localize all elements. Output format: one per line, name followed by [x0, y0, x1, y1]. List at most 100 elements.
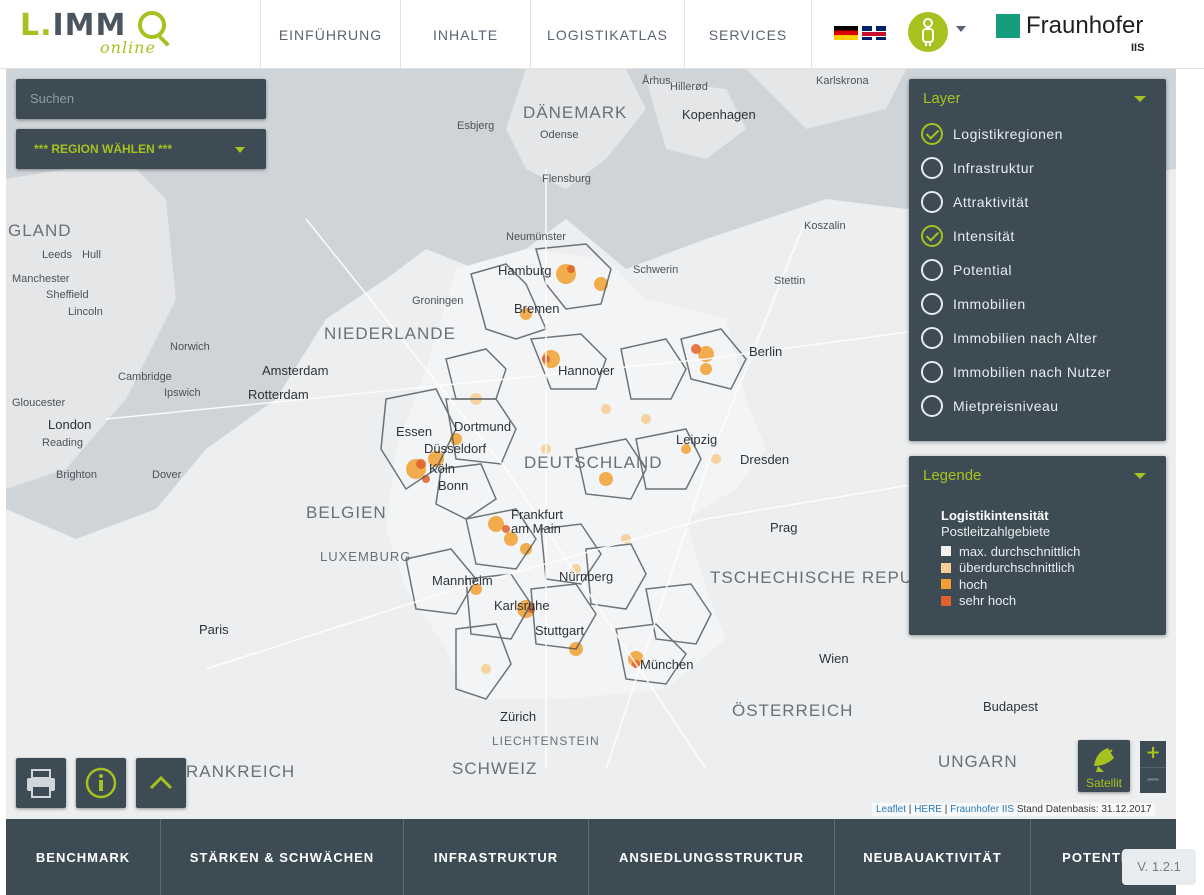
map-label-country: DEUTSCHLAND: [524, 453, 663, 472]
region-select[interactable]: *** REGION WÄHLEN ***: [16, 129, 266, 169]
radio-icon[interactable]: [921, 395, 943, 417]
legend-swatch: [941, 546, 951, 556]
nav-services[interactable]: SERVICES: [684, 0, 812, 69]
legend-item-label: max. durchschnittlich: [959, 543, 1081, 559]
map-label-city: Rotterdam: [248, 387, 309, 402]
layer-panel-title[interactable]: Layer: [923, 90, 961, 107]
partner-unit: IIS: [1131, 42, 1145, 54]
chevron-up-icon: [149, 775, 173, 790]
radio-icon[interactable]: [921, 293, 943, 315]
map-label-city: Amsterdam: [262, 363, 329, 378]
print-icon: [27, 769, 55, 798]
map-label-country: BELGIEN: [306, 503, 387, 522]
map-label-town: Århus: [642, 75, 671, 87]
map-label-town: Hillerød: [670, 81, 708, 93]
legend-item: sehr hoch: [941, 593, 1016, 609]
layer-option-label: Immobilien: [953, 296, 1026, 312]
radio-icon[interactable]: [921, 191, 943, 213]
map-attribution: Leaflet | HERE | Fraunhofer IIS Stand Da…: [872, 803, 1156, 816]
here-link[interactable]: HERE: [914, 804, 942, 815]
tab-neubauaktivitaet[interactable]: NEUBAUAKTIVITÄT: [835, 819, 1031, 895]
legend-swatch: [941, 562, 951, 573]
map-label-city: Hamburg: [498, 263, 552, 278]
layer-option[interactable]: Immobilien: [921, 291, 1026, 317]
fraunhofer-logo[interactable]: Fraunhofer IIS: [996, 12, 1156, 57]
map-label-city: Paris: [199, 622, 229, 637]
layer-option[interactable]: Infrastruktur: [921, 155, 1034, 181]
legend-item-label: überdurchschnittlich: [959, 560, 1075, 575]
layer-option[interactable]: Immobilien nach Alter: [921, 325, 1097, 351]
legend-panel-title[interactable]: Legende: [923, 467, 981, 484]
layer-option[interactable]: Immobilien nach Nutzer: [921, 359, 1111, 385]
checked-radio-icon[interactable]: [921, 123, 943, 145]
map-label-town: Manchester: [12, 273, 70, 285]
layer-option[interactable]: Attraktivität: [921, 189, 1029, 215]
print-button[interactable]: [16, 758, 66, 808]
map-label-country: UNGARN: [938, 752, 1018, 771]
map-label-town: Lincoln: [68, 306, 103, 318]
user-avatar-icon[interactable]: [908, 12, 948, 52]
version-badge: V. 1.2.1: [1122, 849, 1196, 885]
satellite-toggle[interactable]: Satellit: [1078, 740, 1130, 792]
satellite-dish-icon: [1094, 748, 1114, 772]
map-label-country: SCHWEIZ: [452, 759, 538, 778]
nav-inhalte[interactable]: INHALTE: [400, 0, 530, 69]
radio-icon[interactable]: [921, 327, 943, 349]
main-nav: EINFÜHRUNG INHALTE LOGISTIKATLAS SERVICE…: [260, 0, 812, 69]
scroll-up-button[interactable]: [136, 758, 186, 808]
map-label-city: Stuttgart: [535, 623, 585, 638]
tab-ansiedlungsstruktur[interactable]: ANSIEDLUNGSSTRUKTUR: [589, 819, 835, 895]
map-label-country: GLAND: [8, 221, 72, 240]
map-label-town: Groningen: [412, 295, 464, 307]
radio-icon[interactable]: [921, 157, 943, 179]
map-label-town: Leeds: [42, 249, 72, 261]
nav-einfuehrung[interactable]: EINFÜHRUNG: [260, 0, 400, 69]
map-label-country: LUXEMBURG: [320, 549, 412, 564]
layer-option-label: Immobilien nach Nutzer: [953, 364, 1112, 380]
map-label-city: Zürich: [500, 709, 537, 724]
user-menu-caret-icon[interactable]: [956, 26, 966, 32]
english-flag-icon[interactable]: [862, 26, 886, 40]
legend-heading: Logistikintensität: [941, 508, 1049, 523]
radio-icon[interactable]: [921, 259, 943, 281]
search-input[interactable]: Suchen: [16, 79, 266, 119]
map-label-city: Hannover: [558, 363, 615, 378]
layer-option-label: Logistikregionen: [953, 126, 1063, 142]
page-scrollbar[interactable]: [1176, 69, 1204, 895]
zoom-in-button[interactable]: +: [1140, 741, 1166, 767]
zoom-out-button[interactable]: −: [1140, 767, 1166, 793]
nav-logistikatlas[interactable]: LOGISTIKATLAS: [530, 0, 684, 69]
fraunhofer-link[interactable]: Fraunhofer IIS: [950, 804, 1014, 815]
map-label-town: Gloucester: [12, 397, 66, 409]
radio-icon[interactable]: [921, 361, 943, 383]
layer-option[interactable]: Intensität: [921, 223, 1015, 249]
leaflet-link[interactable]: Leaflet: [876, 804, 906, 815]
tab-staerken-schwaechen[interactable]: STÄRKEN & SCHWÄCHEN: [161, 819, 404, 895]
chevron-down-icon[interactable]: [1134, 473, 1146, 479]
map-label-town: Sheffield: [46, 289, 89, 301]
satellite-label: Satellit: [1085, 776, 1123, 790]
partner-name: Fraunhofer: [1026, 12, 1144, 39]
german-flag-icon[interactable]: [834, 26, 858, 40]
map-label-town: Brighton: [56, 469, 97, 481]
checked-radio-icon[interactable]: [921, 225, 943, 247]
map-label-city: Dortmund: [454, 419, 512, 434]
map-label-town: Koszalin: [804, 220, 846, 232]
map-label-city: Mannheim: [432, 573, 493, 588]
limmo-logo[interactable]: L.IMM online: [20, 8, 180, 58]
layer-option[interactable]: Mietpreisniveau: [921, 393, 1059, 419]
tab-infrastruktur[interactable]: INFRASTRUKTUR: [404, 819, 589, 895]
map-label-city: Düsseldorf: [424, 441, 487, 456]
bottom-tab-bar: BENCHMARK STÄRKEN & SCHWÄCHEN INFRASTRUK…: [6, 819, 1176, 895]
layer-option[interactable]: Potential: [921, 257, 1012, 283]
info-button[interactable]: [76, 758, 126, 808]
map-label-town: Karlskrona: [816, 75, 869, 87]
map-label-town: Esbjerg: [457, 120, 495, 132]
tab-benchmark[interactable]: BENCHMARK: [6, 819, 161, 895]
map-label-city: Prag: [770, 520, 798, 535]
map-label-city: Karlsruhe: [494, 598, 550, 613]
chevron-down-icon[interactable]: [1134, 96, 1146, 102]
region-select-value: *** REGION WÄHLEN ***: [34, 142, 173, 156]
layer-option[interactable]: Logistikregionen: [921, 121, 1063, 147]
info-icon: [85, 767, 117, 799]
